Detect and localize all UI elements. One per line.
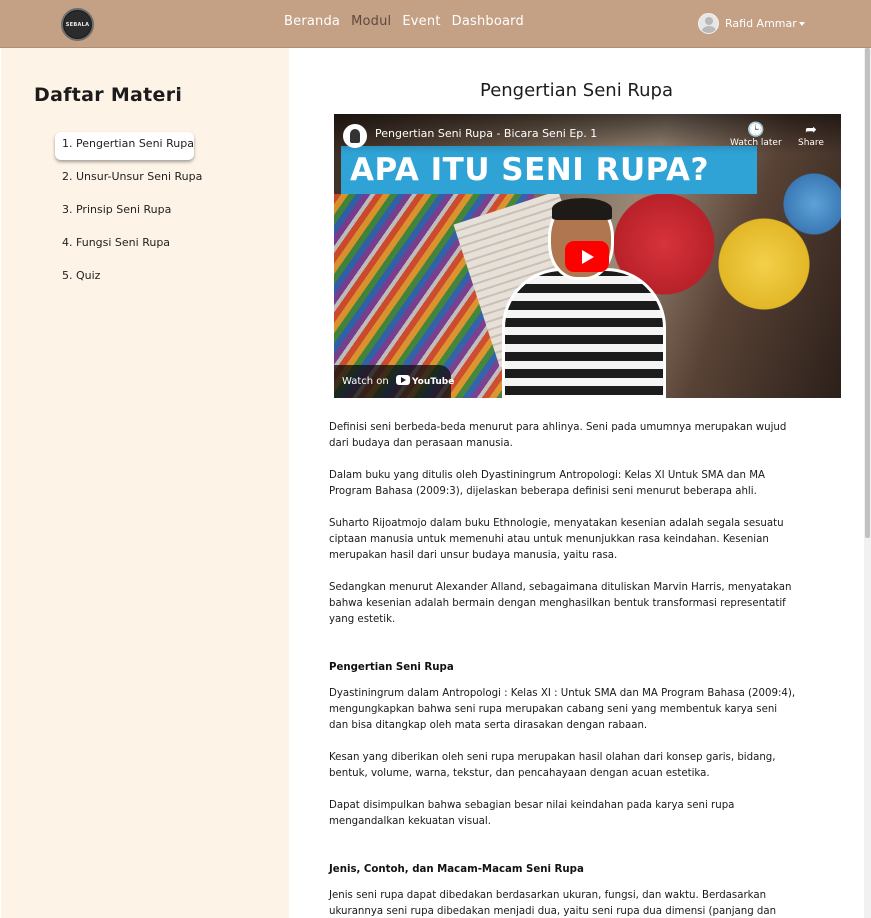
paragraph: Definisi seni berbeda-beda menurut para …: [329, 422, 787, 449]
user-menu[interactable]: Rafid Ammar: [698, 13, 805, 34]
presenter-shirt: [502, 268, 666, 398]
paragraph: Suharto Rijoatmojo dalam buku Ethnologie…: [329, 518, 784, 561]
nav-links: Beranda Modul Event Dashboard: [284, 14, 535, 29]
watch-later-button[interactable]: 🕒 Watch later: [730, 122, 782, 148]
youtube-play-icon: [395, 375, 410, 385]
presenter-hair: [552, 198, 612, 220]
share-icon: ➦: [805, 122, 817, 138]
sidebar-item-prinsip[interactable]: 3. Prinsip Seni Rupa: [55, 198, 202, 231]
clock-icon: 🕒: [747, 122, 765, 138]
sidebar-item-unsur[interactable]: 2. Unsur-Unsur Seni Rupa: [55, 165, 202, 198]
nav-link-event[interactable]: Event: [402, 14, 440, 29]
paragraph: Dapat disimpulkan bahwa sebagian besar n…: [329, 800, 735, 827]
sidebar-item-quiz[interactable]: 5. Quiz: [55, 264, 202, 297]
paragraph: Sedangkan menurut Alexander Alland, seba…: [329, 582, 792, 625]
play-icon[interactable]: [565, 241, 609, 272]
nav-link-dashboard[interactable]: Dashboard: [452, 14, 524, 29]
paragraph: Jenis seni rupa dapat dibedakan berdasar…: [329, 890, 777, 917]
page-title: Pengertian Seni Rupa: [479, 80, 673, 101]
caret-down-icon: [798, 21, 805, 26]
brand-logo[interactable]: SEBALA: [61, 8, 94, 41]
watch-on-label: Watch on: [342, 376, 389, 387]
section-heading: Jenis, Contoh, dan Macam-Macam Seni Rupa: [329, 864, 584, 875]
nav-link-beranda[interactable]: Beranda: [284, 14, 340, 29]
paragraph: Dalam buku yang ditulis oleh Dyastiningr…: [329, 470, 765, 497]
brand-logo-text: SEBALA: [65, 21, 90, 28]
avatar: [698, 13, 719, 34]
section-heading: Pengertian Seni Rupa: [329, 662, 454, 673]
scrollbar[interactable]: [864, 48, 871, 918]
sidebar-item-pengertian[interactable]: 1. Pengertian Seni Rupa: [55, 132, 194, 160]
navbar: SEBALA Beranda Modul Event Dashboard Raf…: [0, 0, 871, 48]
video-topbar: Pengertian Seni Rupa - Bicara Seni Ep. 1…: [334, 114, 841, 154]
scrollbar-thumb[interactable]: [865, 48, 870, 538]
watch-later-label: Watch later: [730, 138, 782, 148]
watch-on-youtube-button[interactable]: Watch on YouTube: [334, 365, 455, 398]
article: Definisi seni berbeda-beda menurut para …: [329, 420, 829, 918]
youtube-logo: YouTube: [395, 366, 455, 398]
share-label: Share: [798, 138, 824, 148]
youtube-video-player[interactable]: APA ITU SENI RUPA? Pengertian Seni Rupa …: [334, 114, 841, 398]
paragraph: Kesan yang diberikan oleh seni rupa meru…: [329, 752, 776, 779]
share-button[interactable]: ➦ Share: [798, 122, 824, 148]
sidebar-title: Daftar Materi: [34, 84, 183, 106]
main-content: Pengertian Seni Rupa APA ITU SENI RUPA? …: [289, 48, 864, 918]
channel-avatar[interactable]: [343, 124, 367, 148]
youtube-logo-text: YouTube: [411, 377, 455, 387]
video-title[interactable]: Pengertian Seni Rupa - Bicara Seni Ep. 1: [375, 127, 597, 140]
paragraph: Dyastiningrum dalam Antropologi : Kelas …: [329, 688, 796, 731]
sidebar-item-fungsi[interactable]: 4. Fungsi Seni Rupa: [55, 231, 202, 264]
video-presenter: [502, 198, 666, 398]
nav-link-modul[interactable]: Modul: [351, 14, 391, 29]
user-name: Rafid Ammar: [725, 17, 797, 30]
sidebar-menu: 1. Pengertian Seni Rupa 2. Unsur-Unsur S…: [55, 132, 202, 297]
sidebar: Daftar Materi 1. Pengertian Seni Rupa 2.…: [1, 48, 289, 918]
